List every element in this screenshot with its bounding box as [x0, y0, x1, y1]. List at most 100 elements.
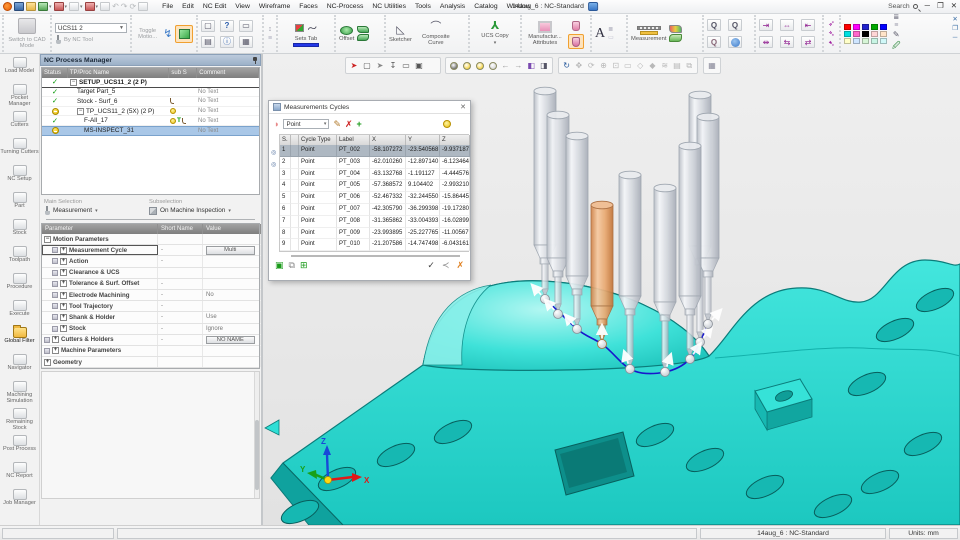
tree-row[interactable]: ✓−SETUP_UCS11_2 (2 P) — [42, 78, 259, 88]
menu-nc-edit[interactable]: NC Edit — [203, 3, 226, 10]
sidebar-item-toolpath[interactable]: Toolpath — [0, 246, 39, 273]
pan-icon[interactable]: ✥ — [573, 59, 584, 72]
constraint-swap-icon[interactable]: ⇆ — [780, 36, 794, 48]
select-point-icon[interactable]: ➤ — [348, 59, 360, 72]
help-icon[interactable]: ? — [220, 20, 234, 32]
color-swatch[interactable] — [871, 38, 878, 44]
constraint-between-icon[interactable]: ⇔ — [780, 19, 794, 31]
tree-row[interactable]: ✓Target Part_5No Text — [42, 88, 259, 98]
expander-icon[interactable]: + — [44, 359, 51, 366]
dock-icon[interactable]: ▦ — [706, 59, 718, 72]
grid-icon[interactable]: ▤ — [671, 59, 682, 72]
param-row[interactable]: +Cutters & Holders-NO NAME — [42, 335, 259, 346]
measurement-point[interactable] — [661, 368, 670, 377]
color-swatch[interactable] — [844, 31, 851, 37]
tree-row[interactable]: MS-INSPECT_31No Text — [42, 126, 259, 136]
zoom-fit-icon[interactable]: ⊡ — [610, 59, 621, 72]
refresh-icon[interactable]: ⟳ — [129, 3, 136, 11]
panel-scrollbar[interactable] — [254, 372, 259, 498]
import-part-icon[interactable] — [54, 2, 64, 11]
arrow-left-icon[interactable]: ← — [500, 59, 512, 72]
toggle-motion-label[interactable]: Toggle Motio... — [135, 28, 160, 40]
leader-icon[interactable]: ➶ — [828, 19, 835, 28]
menu-analysis[interactable]: Analysis — [440, 3, 465, 10]
expander-icon[interactable]: − — [70, 79, 77, 86]
select-z-icon[interactable]: ↧ — [387, 59, 399, 72]
dialog-col-x[interactable]: X — [370, 135, 406, 145]
select-window-icon[interactable]: ▭ — [400, 59, 412, 72]
bulb-on-icon[interactable] — [474, 59, 486, 72]
list-small-icon[interactable]: ≡ — [268, 35, 272, 42]
window-view-icon[interactable]: ▭ — [239, 20, 253, 32]
by-nc-tool-label[interactable]: By NC Tool — [64, 37, 93, 43]
expander-icon[interactable]: + — [60, 292, 67, 299]
sketcher-icon[interactable]: ◺ — [396, 25, 404, 36]
param-row[interactable]: +Action- — [42, 256, 259, 267]
param-col-parameter[interactable]: Parameter — [42, 224, 158, 234]
offset-sheet2-icon[interactable] — [357, 34, 369, 41]
zoom-icon[interactable]: Q — [707, 19, 721, 31]
apply-check-icon[interactable]: ✓ — [427, 260, 435, 270]
view-options-icon[interactable]: ◨ — [538, 59, 550, 72]
offset-icon[interactable] — [340, 26, 353, 35]
color-swatch[interactable] — [844, 38, 851, 44]
settings-icon[interactable] — [100, 2, 110, 11]
cycle-row[interactable]: 8PointPT_009-23.993895-25.227765-11.0056… — [280, 228, 469, 240]
cycle-row[interactable]: 7PointPT_008-31.365862-33.004393-16.0289… — [280, 216, 469, 228]
constraint-v-icon[interactable]: ⇤ — [801, 19, 815, 31]
rainbow-sheet-icon[interactable] — [669, 25, 682, 33]
sets-tab-label[interactable]: Sets Tab — [295, 36, 317, 42]
doc-close-button[interactable]: ✕ — [952, 16, 958, 23]
expander-icon[interactable]: + — [60, 325, 67, 332]
window-split-icon[interactable] — [138, 2, 148, 11]
orbit-icon[interactable] — [728, 36, 742, 48]
color-swatch[interactable] — [871, 31, 878, 37]
color-swatch[interactable] — [880, 31, 887, 37]
info-icon[interactable]: ⓘ — [220, 36, 234, 48]
composite-curve-icon[interactable]: ⌒ — [430, 22, 441, 33]
param-row[interactable]: −Motion Parameters — [42, 234, 259, 245]
dialog-title-bar[interactable]: Measurements Cycles ✕ — [269, 101, 470, 114]
param-row[interactable]: +Stock-Ignore — [42, 324, 259, 335]
motion-swoosh-icon[interactable]: ↯ — [163, 27, 172, 40]
search-icon[interactable] — [913, 4, 918, 9]
constraint-align-icon[interactable]: ⇄ — [801, 36, 815, 48]
measurement-point[interactable] — [554, 310, 563, 319]
param-row[interactable]: +Machine Parameters — [42, 346, 259, 357]
bulb-dim-icon[interactable] — [487, 59, 499, 72]
color-swatch[interactable] — [862, 38, 869, 44]
measurement-point[interactable] — [696, 338, 705, 347]
sidebar-item-post-process[interactable]: Post Process — [0, 435, 39, 462]
expander-icon[interactable]: + — [60, 314, 67, 321]
search-input[interactable]: Search — [888, 3, 918, 10]
param-row[interactable]: +Tolerance & Surf. Offset- — [42, 279, 259, 290]
chevron-down-icon[interactable]: ▾ — [494, 40, 497, 46]
open-folder-icon[interactable] — [26, 2, 36, 11]
menu-view[interactable]: View — [235, 3, 250, 10]
rotate-icon[interactable]: ⟳ — [586, 59, 597, 72]
tree-row[interactable]: ✓Stock - Surf_6No Text — [42, 97, 259, 107]
doc-restore-button[interactable]: ❐ — [952, 25, 958, 32]
subselection-dropdown[interactable]: On Machine Inspection ▾ — [149, 207, 231, 215]
param-row[interactable]: +Clearance & UCS — [42, 268, 259, 279]
expander-icon[interactable]: + — [52, 336, 59, 343]
menu-faces[interactable]: Faces — [299, 3, 318, 10]
sidebar-item-procedure[interactable]: Procedure — [0, 273, 39, 300]
dialog-col-icon[interactable] — [291, 135, 299, 145]
leader3-icon[interactable]: ➷ — [828, 39, 835, 48]
screens-icon[interactable] — [69, 2, 79, 11]
cancel-x-icon[interactable]: ✗ — [456, 260, 464, 270]
sidebar-item-nc-setup[interactable]: NC Setup — [0, 165, 39, 192]
color-swatch[interactable] — [880, 24, 887, 30]
line-weight-icon[interactable]: ≡ — [894, 22, 898, 29]
dialog-close-icon[interactable]: ✕ — [460, 103, 466, 111]
sidebar-item-global-filter[interactable]: Global Filter — [0, 327, 39, 354]
sidebar-item-load-model[interactable]: Load Model — [0, 57, 39, 84]
param-value-button[interactable]: NO NAME — [206, 336, 255, 345]
minimize-button[interactable]: ─ — [925, 1, 930, 11]
copy-icon[interactable]: ⧉ — [289, 260, 295, 270]
bulb-icon[interactable] — [443, 120, 451, 128]
tree-row[interactable]: ✓F-All_17TNo Text — [42, 116, 259, 126]
insert-point-icon[interactable]: + — [357, 119, 362, 129]
measure-icon[interactable]: ≋ — [659, 59, 670, 72]
